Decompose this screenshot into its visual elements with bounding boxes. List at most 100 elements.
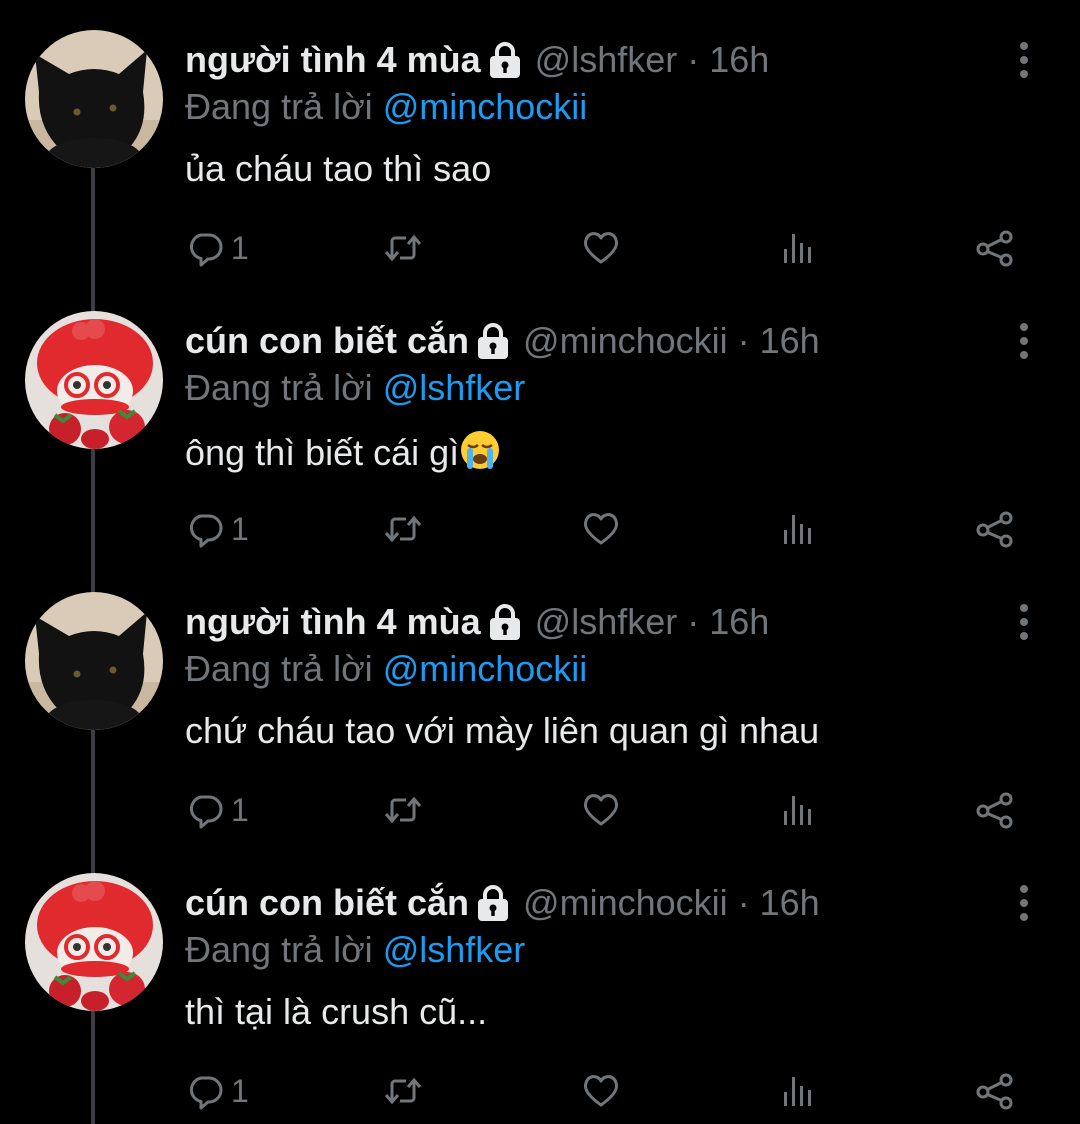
more-options-icon[interactable] (1012, 881, 1036, 925)
display-name[interactable]: người tình 4 mùa (185, 601, 481, 643)
tweet-4[interactable]: cún con biết cắn @minchockii · 16h Đang … (0, 843, 1080, 1124)
views-button[interactable] (777, 505, 817, 553)
tweet-text-content: thì tại là crush cũ... (185, 991, 488, 1032)
avatar[interactable] (25, 311, 163, 449)
tweet-header: cún con biết cắn @minchockii · 16h (185, 319, 820, 363)
tweet-header: người tình 4 mùa @lshfker · 16h (185, 600, 769, 644)
share-icon (976, 1073, 1013, 1110)
black-cat-avatar-image (25, 30, 163, 168)
tweet-text: thì tại là crush cũ... (185, 991, 487, 1033)
timestamp[interactable]: 16h (760, 320, 820, 362)
replying-to-line: Đang trả lời @minchockii (185, 648, 587, 690)
timestamp[interactable]: 16h (709, 601, 769, 643)
tweet-3[interactable]: người tình 4 mùa @lshfker · 16h Đang trả… (0, 562, 1080, 843)
retweet-icon (384, 796, 422, 824)
lock-icon (487, 603, 523, 641)
thread-connector-line (91, 168, 95, 281)
display-name[interactable]: cún con biết cắn (185, 882, 469, 924)
tweet-1[interactable]: người tình 4 mùa @lshfker · 16h Đang trả… (0, 0, 1080, 281)
tweet-actions: 1 (185, 1067, 1035, 1115)
separator-dot: · (687, 601, 700, 642)
like-icon (583, 513, 619, 545)
timestamp[interactable]: 16h (709, 39, 769, 81)
reply-count: 1 (231, 510, 249, 547)
share-button[interactable] (975, 786, 1015, 834)
like-button[interactable] (581, 786, 621, 834)
user-handle[interactable]: @minchockii (523, 320, 728, 362)
replying-to-label: Đang trả lời (185, 929, 373, 970)
views-icon (784, 234, 811, 263)
replying-to-handle-link[interactable]: @minchockii (383, 648, 588, 689)
views-icon (784, 515, 811, 544)
replying-to-line: Đang trả lời @lshfker (185, 929, 525, 971)
retweet-button[interactable] (383, 505, 423, 553)
user-handle[interactable]: @minchockii (523, 882, 728, 924)
retweet-button[interactable] (383, 1067, 423, 1115)
more-options-icon[interactable] (1012, 600, 1036, 644)
retweet-icon (384, 1077, 422, 1105)
tweet-header: người tình 4 mùa @lshfker · 16h (185, 38, 769, 82)
replying-to-handle-link[interactable]: @minchockii (383, 86, 588, 127)
replying-to-label: Đang trả lời (185, 86, 373, 127)
reply-button[interactable]: 1 (185, 224, 249, 272)
tweet-2[interactable]: cún con biết cắn @minchockii · 16h Đang … (0, 281, 1080, 562)
retweet-icon (384, 234, 422, 262)
share-icon (976, 792, 1013, 829)
reply-button[interactable]: 1 (185, 505, 249, 553)
reply-icon (189, 514, 223, 548)
tweet-header: cún con biết cắn @minchockii · 16h (185, 881, 820, 925)
tweet-text-content: chứ cháu tao với mày liên quan gì nhau (185, 710, 820, 751)
like-button[interactable] (581, 1067, 621, 1115)
replying-to-line: Đang trả lời @lshfker (185, 367, 525, 409)
more-options-icon[interactable] (1012, 319, 1036, 363)
display-name[interactable]: người tình 4 mùa (185, 39, 481, 81)
views-button[interactable] (777, 224, 817, 272)
loudly-crying-face-emoji (461, 431, 500, 469)
retweet-button[interactable] (383, 224, 423, 272)
share-button[interactable] (975, 1067, 1015, 1115)
share-button[interactable] (975, 505, 1015, 553)
retweet-icon (384, 515, 422, 543)
views-icon (784, 796, 811, 825)
display-name[interactable]: cún con biết cắn (185, 320, 469, 362)
like-button[interactable] (581, 505, 621, 553)
separator-dot: · (737, 882, 750, 923)
tweet-actions: 1 (185, 786, 1035, 834)
replying-to-line: Đang trả lời @minchockii (185, 86, 587, 128)
separator-dot: · (687, 39, 700, 80)
user-handle[interactable]: @lshfker (535, 39, 678, 81)
like-icon (583, 1075, 619, 1107)
lock-icon (487, 41, 523, 79)
tweet-text-content: ông thì biết cái gì (185, 432, 460, 473)
more-options-icon[interactable] (1012, 38, 1036, 82)
reply-icon (189, 233, 223, 267)
like-button[interactable] (581, 224, 621, 272)
replying-to-label: Đang trả lời (185, 367, 373, 408)
views-button[interactable] (777, 1067, 817, 1115)
replying-to-handle-link[interactable]: @lshfker (383, 929, 526, 970)
lock-icon (475, 322, 511, 360)
reply-icon (189, 795, 223, 829)
reply-button[interactable]: 1 (185, 1067, 249, 1115)
avatar[interactable] (25, 873, 163, 1011)
user-handle[interactable]: @lshfker (535, 601, 678, 643)
share-icon (976, 230, 1013, 267)
tweet-text: chứ cháu tao với mày liên quan gì nhau (185, 710, 819, 752)
like-icon (583, 232, 619, 264)
black-cat-avatar-image (25, 592, 163, 730)
avatar[interactable] (25, 30, 163, 168)
tweet-text: ông thì biết cái gì (185, 429, 501, 474)
reply-count: 1 (231, 229, 249, 266)
reply-icon (189, 1076, 223, 1110)
tweet-actions: 1 (185, 224, 1035, 272)
like-icon (583, 794, 619, 826)
tweet-text: ủa cháu tao thì sao (185, 148, 491, 190)
retweet-button[interactable] (383, 786, 423, 834)
avatar[interactable] (25, 592, 163, 730)
red-hat-doll-avatar-image (25, 873, 163, 1011)
views-button[interactable] (777, 786, 817, 834)
timestamp[interactable]: 16h (760, 882, 820, 924)
share-button[interactable] (975, 224, 1015, 272)
replying-to-handle-link[interactable]: @lshfker (383, 367, 526, 408)
reply-button[interactable]: 1 (185, 786, 249, 834)
